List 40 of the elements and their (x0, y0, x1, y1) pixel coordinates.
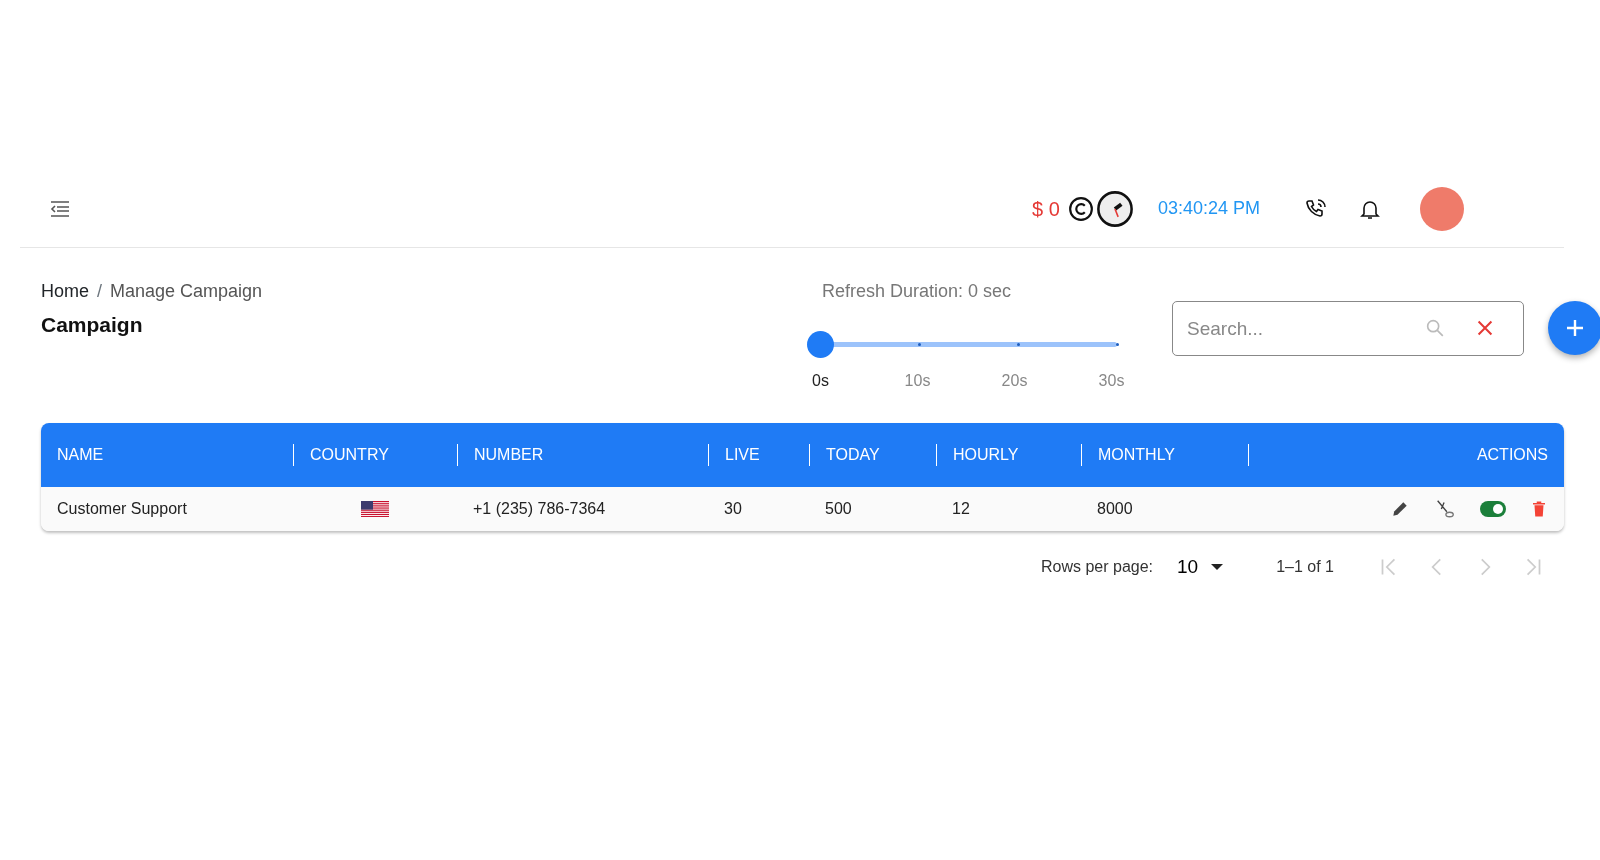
copyright-icon (1067, 195, 1094, 222)
breadcrumb-current: Manage Campaign (110, 280, 263, 303)
tick-label: 20s (1000, 371, 1029, 391)
refresh-label: Refresh Duration: 0 sec (822, 280, 1013, 303)
column-header: NAME (57, 446, 104, 463)
rows-per-page-select[interactable]: 10 (1177, 553, 1225, 582)
table-cell: +1 (235) 786-7364 (473, 500, 606, 517)
page-range: 1–1 of 1 (1276, 557, 1334, 578)
column-header: NUMBER (474, 446, 544, 463)
flag-icon (361, 501, 389, 517)
column-header: MONTHLY (1098, 446, 1176, 463)
page-title: Campaign (41, 312, 144, 338)
column-header: LIVE (725, 446, 760, 463)
slider-thumb[interactable] (807, 331, 834, 358)
column-header: HOURLY (953, 446, 1019, 463)
pencil-icon[interactable] (1390, 499, 1410, 519)
table-cell: 30 (724, 500, 742, 517)
tick-label: 0s (811, 371, 830, 391)
column-header: COUNTRY (310, 446, 389, 463)
caret-icon (1210, 562, 1225, 573)
table-cell: 12 (952, 500, 970, 517)
column-header: TODAY (826, 446, 880, 463)
avatar[interactable] (1420, 186, 1464, 231)
table-cell: 8000 (1097, 500, 1133, 517)
tick-label: 30s (1097, 371, 1126, 391)
toggle-switch[interactable] (1480, 501, 1506, 517)
breadcrumb-link[interactable]: Home (41, 278, 89, 305)
add-button[interactable] (1548, 301, 1600, 355)
search-field[interactable]: Search... (1172, 301, 1524, 356)
column-header: ACTIONS (1476, 446, 1548, 463)
rows-per-page-label: Rows per page: (1040, 557, 1154, 578)
clock-time: 03:40:24 PM (1157, 197, 1260, 220)
trash-icon[interactable] (1530, 499, 1548, 519)
table-cell: Customer Support (57, 500, 187, 517)
tick-label: 10s (903, 371, 932, 391)
table-cell: 500 (825, 500, 852, 517)
clock-icon (1095, 189, 1134, 228)
balance-amount: $ 0 (1032, 196, 1060, 222)
scissors-icon[interactable] (1434, 498, 1456, 520)
breadcrumb-separator: / (97, 280, 103, 303)
